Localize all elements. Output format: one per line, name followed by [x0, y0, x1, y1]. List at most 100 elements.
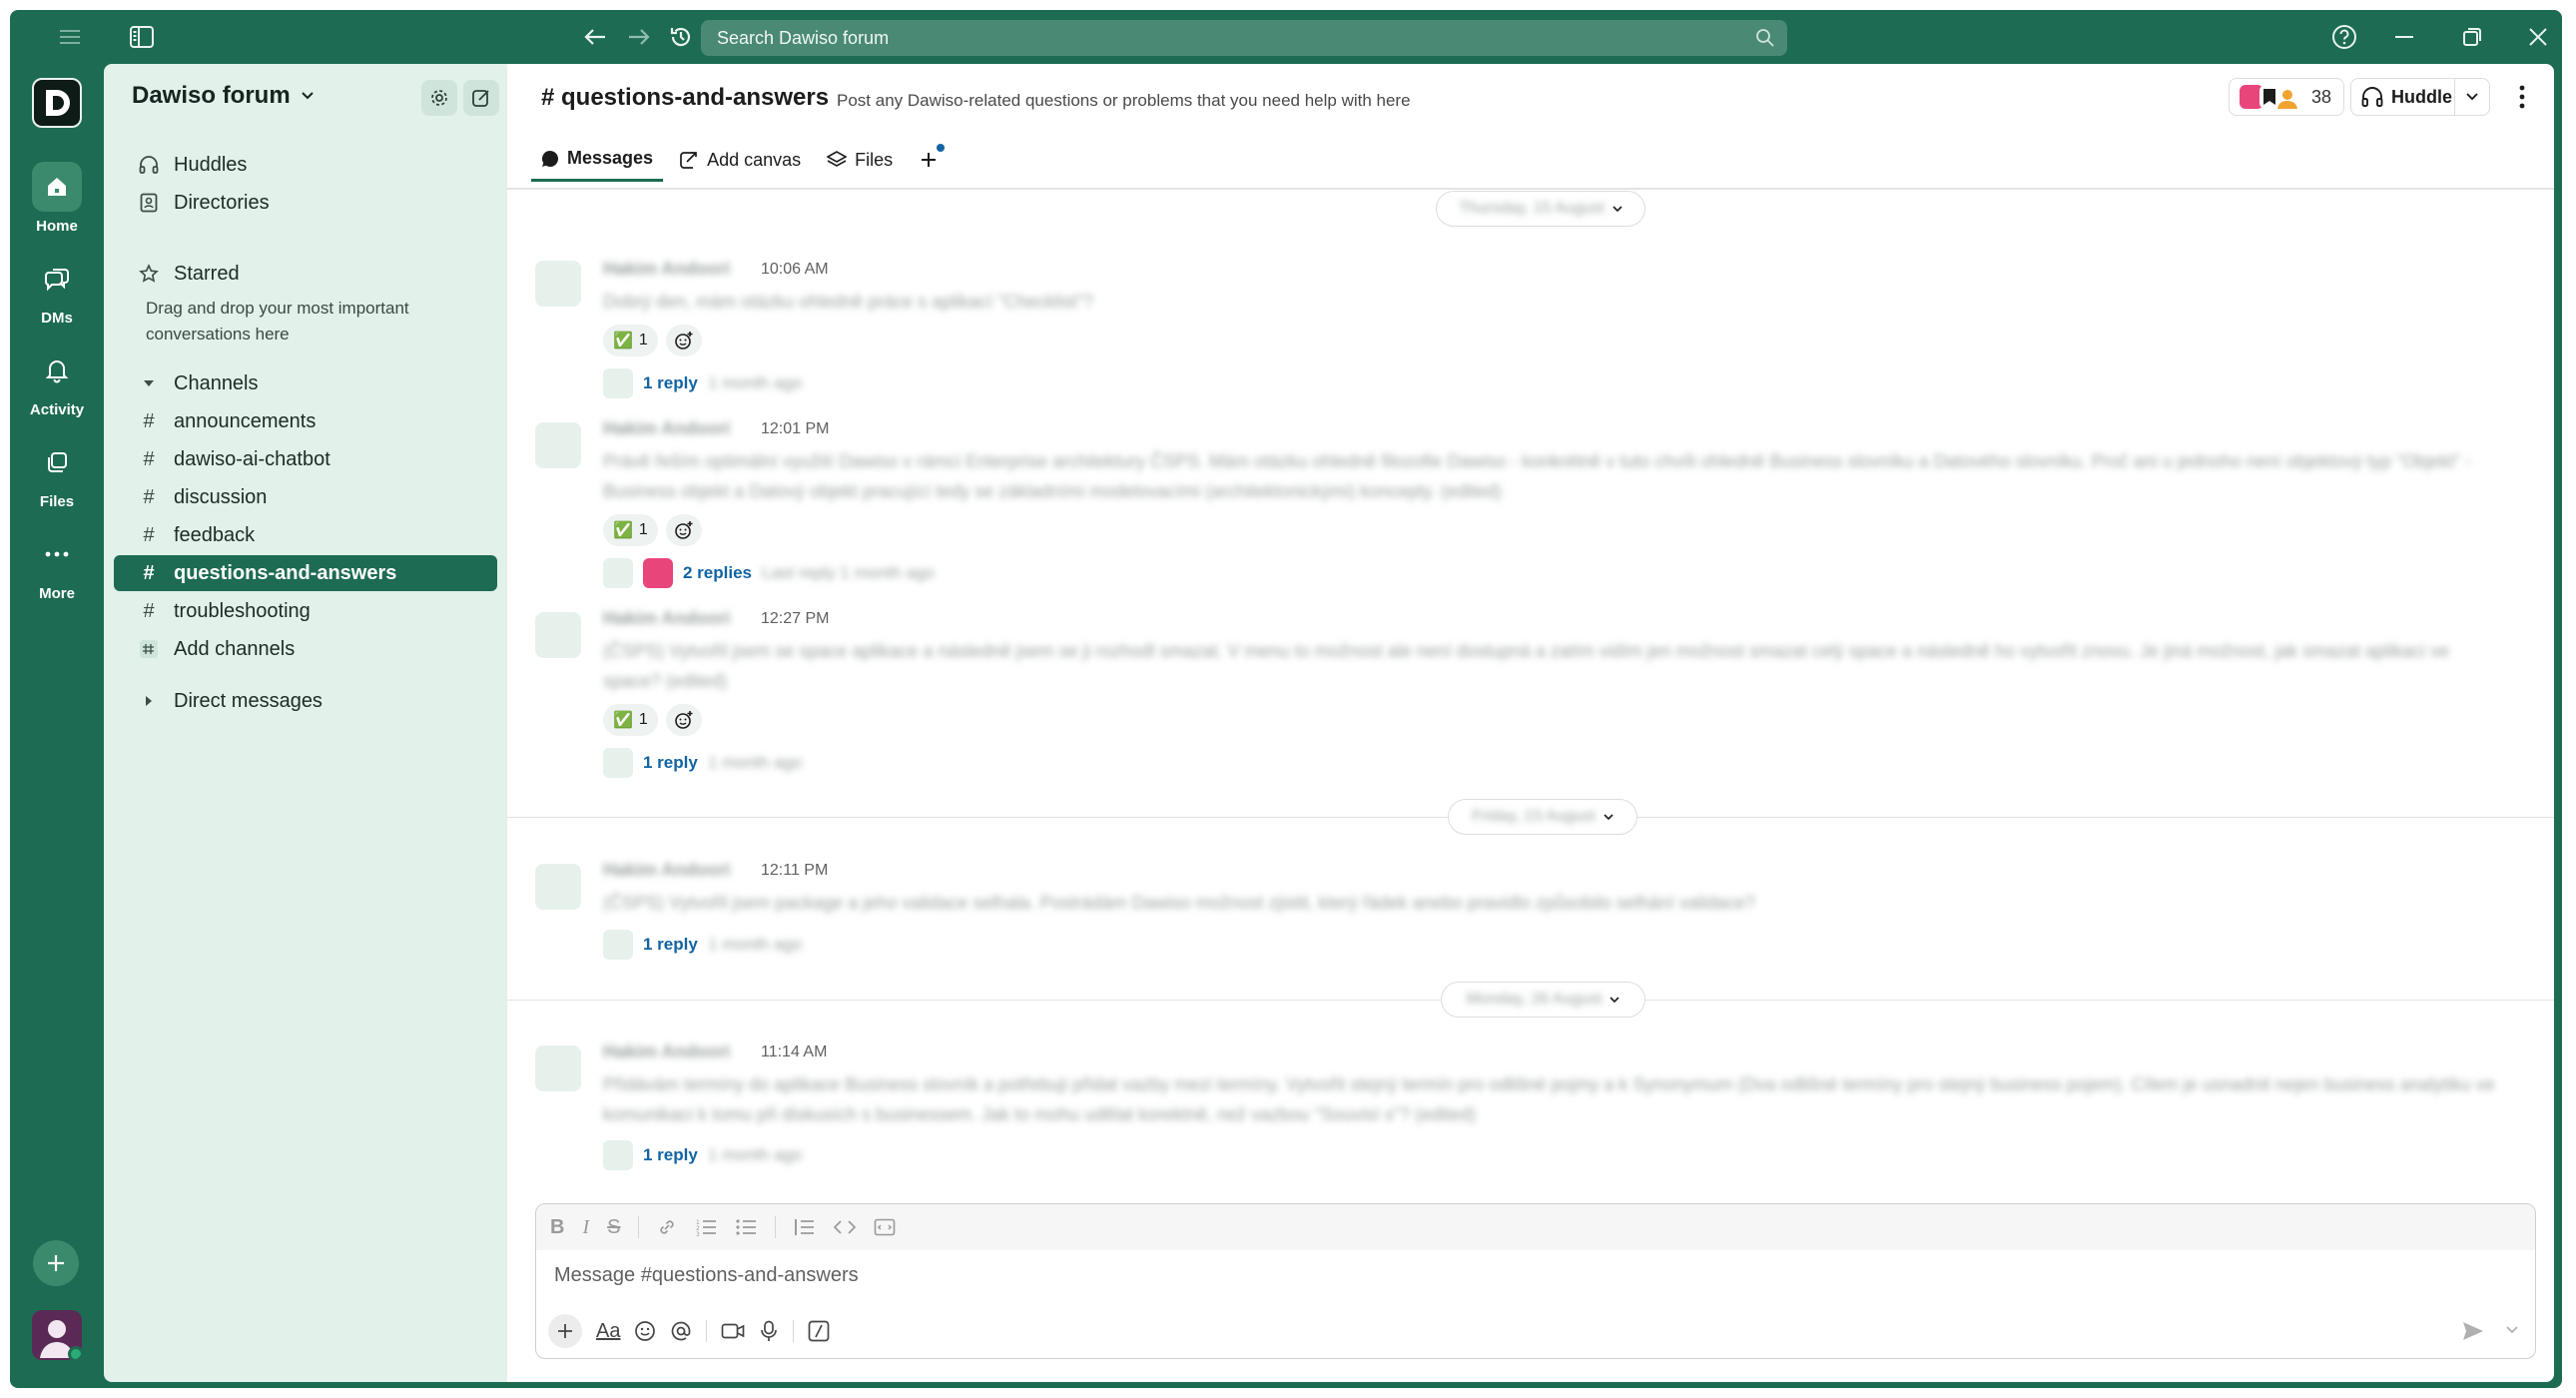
back-arrow-icon[interactable]	[577, 10, 613, 64]
link-icon[interactable]	[657, 1217, 677, 1237]
formatting-toggle-button[interactable]: Aa	[596, 1320, 620, 1343]
restore-icon[interactable]	[2452, 10, 2492, 64]
reply-count-link[interactable]: 1 reply	[643, 753, 698, 773]
reaction-chip[interactable]: ✅ 1	[603, 704, 658, 736]
channel-title[interactable]: # questions-and-answers	[541, 84, 829, 112]
huddle-button[interactable]: Huddle	[2350, 78, 2490, 116]
message-avatar[interactable]	[535, 422, 581, 468]
add-tab-button[interactable]	[909, 138, 949, 182]
close-icon[interactable]	[2518, 10, 2558, 64]
help-icon[interactable]	[2324, 10, 2364, 64]
workspace-logo[interactable]	[32, 78, 82, 128]
sidebar-item-huddles[interactable]: Huddles	[114, 147, 497, 183]
compose-button[interactable]	[463, 80, 499, 116]
message-time[interactable]: 12:11 PM	[761, 862, 828, 880]
reply-count-link[interactable]: 1 reply	[643, 373, 698, 393]
message-author[interactable]: Hakim Andoori	[603, 1042, 730, 1062]
message-input[interactable]: Message #questions-and-answers	[554, 1264, 859, 1287]
sidebar-item-dawiso-ai-chatbot[interactable]: # dawiso-ai-chatbot	[114, 441, 497, 477]
message-avatar[interactable]	[535, 864, 581, 910]
direct-messages-section-toggle[interactable]: Direct messages	[114, 683, 497, 719]
strikethrough-icon[interactable]: S	[607, 1216, 620, 1239]
forward-arrow-icon[interactable]	[621, 10, 657, 64]
thread-summary[interactable]: 1 reply 1 month ago	[603, 368, 802, 398]
chevron-down-icon[interactable]	[2505, 1322, 2519, 1336]
code-icon[interactable]	[834, 1217, 857, 1237]
rail-item-files[interactable]: Files	[10, 437, 104, 510]
bold-icon[interactable]: B	[550, 1216, 564, 1239]
add-reaction-button[interactable]	[665, 704, 702, 736]
tab-files[interactable]: Files	[817, 138, 903, 182]
sidebar-item-starred[interactable]: Starred	[114, 256, 497, 292]
tab-add-canvas[interactable]: Add canvas	[669, 138, 811, 182]
add-channels-button[interactable]: Add channels	[114, 631, 497, 667]
reaction-bar: ✅ 1	[603, 704, 702, 736]
sidebar-item-troubleshooting[interactable]: # troubleshooting	[114, 593, 497, 629]
message-author[interactable]: Hakim Andoori	[603, 608, 730, 629]
thread-summary[interactable]: 1 reply 1 month ago	[603, 930, 802, 960]
message-time[interactable]: 10:06 AM	[761, 261, 829, 279]
rail-item-home[interactable]: Home	[10, 162, 104, 235]
message-avatar[interactable]	[535, 612, 581, 658]
message-avatar[interactable]	[535, 261, 581, 307]
attach-button[interactable]	[548, 1314, 582, 1348]
message-author[interactable]: Hakim Andoori	[603, 259, 730, 280]
add-reaction-button[interactable]	[665, 514, 702, 546]
message-time[interactable]: 11:14 AM	[761, 1044, 827, 1061]
sidebar-item-feedback[interactable]: # feedback	[114, 517, 497, 553]
minimize-icon[interactable]	[2384, 10, 2424, 64]
quote-icon[interactable]	[794, 1217, 816, 1237]
message-author[interactable]: Hakim Andoori	[603, 418, 730, 439]
day-divider-pill[interactable]: Monday, 26 August	[1441, 982, 1645, 1018]
bullet-list-icon[interactable]	[735, 1217, 757, 1237]
channels-section-toggle[interactable]: Channels	[114, 365, 497, 401]
chevron-down-icon[interactable]	[2465, 89, 2479, 103]
thread-summary[interactable]: 1 reply 1 month ago	[603, 748, 802, 778]
history-icon[interactable]	[663, 10, 699, 64]
emoji-icon[interactable]	[634, 1320, 656, 1342]
user-avatar[interactable]	[32, 1310, 82, 1360]
reaction-chip[interactable]: ✅ 1	[603, 325, 658, 356]
sidebar-toggle-icon[interactable]	[122, 10, 162, 64]
message-time[interactable]: 12:01 PM	[761, 420, 829, 438]
thread-summary[interactable]: 1 reply 1 month ago	[603, 1140, 802, 1170]
reply-count-link[interactable]: 2 replies	[683, 563, 752, 583]
sidebar-item-discussion[interactable]: # discussion	[114, 479, 497, 515]
slash-command-icon[interactable]	[808, 1320, 830, 1342]
reply-count-link[interactable]: 1 reply	[643, 935, 698, 955]
search-input[interactable]: Search Dawiso forum	[701, 20, 1787, 56]
message-author[interactable]: Hakim Andoori	[603, 860, 730, 881]
sidebar-item-questions-and-answers[interactable]: # questions-and-answers	[114, 555, 497, 591]
add-workspace-button[interactable]	[33, 1240, 79, 1286]
video-icon[interactable]	[721, 1321, 745, 1341]
message-text: Dobrý den, mám otázku ohledně práce s ap…	[603, 292, 1094, 312]
italic-icon[interactable]: I	[582, 1216, 589, 1239]
tab-messages[interactable]: Messages	[531, 138, 664, 182]
channel-name: feedback	[174, 523, 256, 546]
rail-item-more[interactable]: More	[10, 529, 104, 602]
ordered-list-icon[interactable]: 123	[695, 1217, 717, 1237]
sidebar-item-directories[interactable]: Directories	[114, 185, 497, 221]
message-time[interactable]: 12:27 PM	[761, 610, 829, 628]
workspace-name-button[interactable]: Dawiso forum	[132, 82, 315, 110]
settings-button[interactable]	[421, 80, 457, 116]
mention-icon[interactable]	[670, 1320, 692, 1342]
add-reaction-button[interactable]	[665, 325, 702, 356]
home-icon	[32, 162, 82, 212]
reply-count-link[interactable]: 1 reply	[643, 1145, 698, 1165]
kebab-menu-icon[interactable]	[2510, 82, 2534, 112]
day-divider-pill[interactable]: Friday, 23 August	[1448, 799, 1637, 835]
members-button[interactable]: 38	[2228, 78, 2344, 116]
thread-summary[interactable]: 2 replies Last reply 1 month ago	[603, 558, 935, 588]
code-block-icon[interactable]	[874, 1217, 896, 1237]
message-avatar[interactable]	[535, 1046, 581, 1091]
microphone-icon[interactable]	[759, 1320, 779, 1342]
day-divider-pill[interactable]: Thursday, 15 August	[1436, 191, 1645, 227]
reaction-chip[interactable]: ✅ 1	[603, 514, 658, 546]
rail-item-activity[interactable]: Activity	[10, 346, 104, 418]
hamburger-icon[interactable]	[50, 10, 90, 64]
sidebar-item-announcements[interactable]: # announcements	[114, 403, 497, 439]
message-composer: B I S 123 Message #questions-and-answers…	[535, 1203, 2536, 1359]
send-icon[interactable]	[2461, 1320, 2485, 1342]
rail-item-dms[interactable]: DMs	[10, 254, 104, 327]
